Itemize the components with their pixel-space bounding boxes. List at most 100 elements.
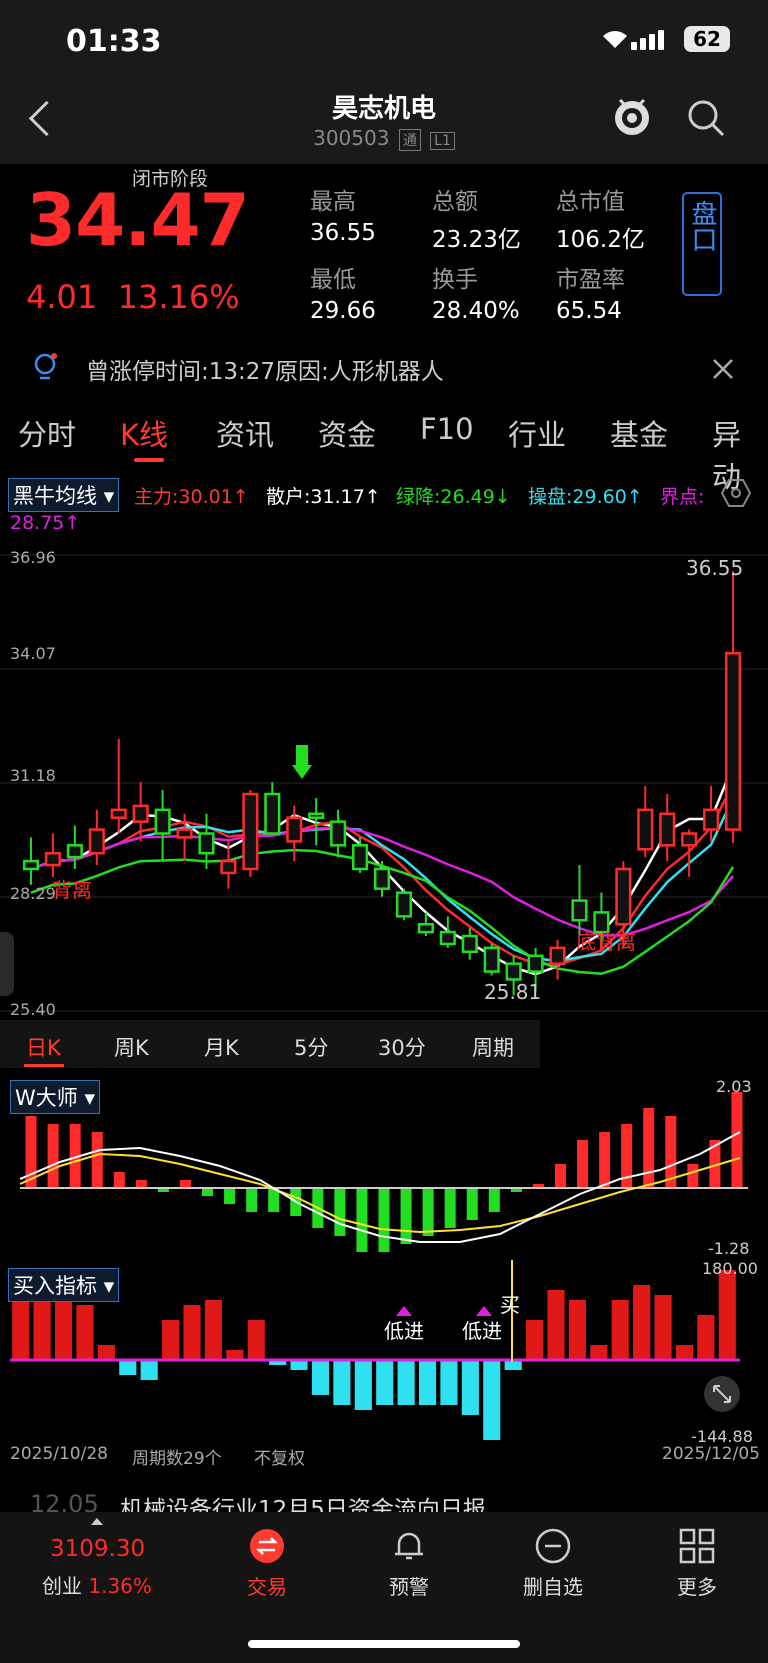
- buy-indicator-bar: [140, 1360, 158, 1380]
- candle: [505, 962, 522, 981]
- settings-icon[interactable]: [720, 478, 752, 508]
- stat-value-amount: 23.23亿: [432, 227, 521, 253]
- buy-label-1: 低进: [384, 1319, 424, 1343]
- pankou-button[interactable]: 盘口: [682, 192, 722, 296]
- candle: [44, 851, 61, 867]
- candle: [395, 891, 412, 918]
- candle: [352, 844, 369, 871]
- sub2-indicator-dropdown[interactable]: 买入指标 ▾: [8, 1268, 120, 1302]
- nav-alert-label: 预警: [389, 1575, 429, 1599]
- buy-indicator-bar: [526, 1320, 544, 1360]
- expand-icon[interactable]: [704, 1376, 740, 1412]
- tab-fenshi[interactable]: 分时: [18, 412, 76, 454]
- stock-header: 昊志机电 300503 通 L1: [0, 80, 768, 164]
- tab-zixun[interactable]: 资讯: [216, 412, 274, 454]
- histogram-bar: [246, 1188, 258, 1212]
- histogram-bar: [687, 1164, 699, 1188]
- indicator-dropdown[interactable]: 黑牛均线 ▾: [8, 478, 120, 512]
- period-tab-week[interactable]: 周K: [114, 1032, 149, 1062]
- search-icon[interactable]: [686, 98, 726, 138]
- candle: [615, 867, 632, 926]
- mascot-icon[interactable]: [612, 94, 652, 138]
- tab-jijin[interactable]: 基金: [610, 412, 668, 454]
- w-master-chart[interactable]: 2.03 -1.28: [0, 1074, 768, 1258]
- candle: [132, 804, 149, 823]
- buy-indicator-bar: [119, 1360, 137, 1375]
- candle: [22, 859, 40, 871]
- period-tab-day[interactable]: 日K: [26, 1032, 61, 1062]
- stock-code-text: 300503: [313, 126, 390, 150]
- buy-indicator-bar: [461, 1360, 479, 1415]
- nav-remove-watchlist[interactable]: 删自选: [488, 1512, 618, 1600]
- buy-indicator-bar: [12, 1300, 30, 1360]
- sub1-bottom-label: -1.28: [708, 1239, 749, 1258]
- candle: [198, 832, 215, 855]
- legend-zhuli: 主力:30.01↑: [134, 486, 249, 508]
- stat-label-high: 最高: [310, 189, 356, 215]
- sub1-top-label: 2.03: [716, 1077, 752, 1096]
- histogram-bar: [444, 1188, 456, 1228]
- period-tab-30min[interactable]: 30分: [378, 1032, 426, 1062]
- nav-remove-label: 删自选: [523, 1575, 583, 1599]
- histogram-bar: [224, 1188, 236, 1204]
- nav-more[interactable]: 更多: [632, 1512, 762, 1600]
- buy-indicator-bar: [654, 1295, 672, 1360]
- nav-alert[interactable]: 预警: [344, 1512, 474, 1600]
- buy-indicator-bar: [311, 1360, 330, 1395]
- grid-icon: [679, 1528, 715, 1564]
- sub2-indicator-name: 买入指标: [13, 1274, 97, 1298]
- tab-zijin[interactable]: 资金: [318, 412, 376, 454]
- buy-indicator-bar: [483, 1360, 501, 1440]
- sub1-indicator-dropdown[interactable]: W大师 ▾: [10, 1080, 100, 1114]
- period-tab-cycle[interactable]: 周期: [472, 1032, 514, 1062]
- index-info[interactable]: 创业 1.36%: [42, 1570, 152, 1599]
- index-value[interactable]: 3109.30: [50, 1536, 145, 1562]
- candle: [483, 946, 500, 973]
- trade-icon: [250, 1529, 284, 1563]
- ytick-label: 34.07: [10, 644, 56, 663]
- candle: [308, 812, 325, 819]
- adjust-mode[interactable]: 不复权: [254, 1444, 305, 1469]
- buy-indicator-bar: [440, 1360, 458, 1405]
- current-price: 34.47: [26, 178, 250, 262]
- high-price-label: 36.55: [686, 556, 743, 580]
- stat-value-mktcap: 106.2亿: [556, 227, 645, 253]
- side-handle[interactable]: [0, 932, 14, 996]
- tab-kline[interactable]: K线: [120, 412, 168, 454]
- histogram-bar: [135, 1180, 147, 1188]
- kline-chart[interactable]: 36.96 34.07 31.18 28.29 25.40 36.55 25.8…: [0, 545, 768, 1020]
- legend-jiedian: 界点:: [660, 486, 705, 508]
- buy-indicator-bar: [376, 1360, 394, 1405]
- start-date: 2025/10/28: [10, 1444, 108, 1464]
- legend-lvjiang: 绿降:26.49↓: [396, 486, 511, 508]
- chevron-up-icon[interactable]: [90, 1516, 104, 1526]
- legend-caopan: 操盘:29.60↑: [528, 486, 643, 508]
- histogram-bar: [179, 1180, 191, 1188]
- histogram-bar: [466, 1188, 478, 1220]
- stock-code: 300503 通 L1: [0, 126, 768, 151]
- buy-indicator-bar: [675, 1345, 694, 1360]
- candle: [703, 808, 720, 831]
- histogram-bar: [554, 1164, 566, 1188]
- period-tab-5min[interactable]: 5分: [294, 1032, 328, 1062]
- histogram-bar: [47, 1124, 59, 1188]
- stat-label-pe: 市盈率: [556, 267, 625, 293]
- histogram-bar: [356, 1188, 368, 1252]
- histogram-bar: [334, 1188, 346, 1236]
- histogram-bar: [488, 1188, 500, 1212]
- buy-indicator-bar: [33, 1300, 51, 1360]
- candle: [264, 792, 281, 835]
- tab-f10[interactable]: F10: [420, 412, 474, 446]
- period-tab-month[interactable]: 月K: [204, 1032, 239, 1062]
- stat-value-high: 36.55: [310, 220, 376, 246]
- close-icon[interactable]: [712, 358, 734, 380]
- buy-indicator-bar: [568, 1300, 586, 1360]
- histogram-bar: [113, 1172, 125, 1188]
- nav-trade[interactable]: 交易: [202, 1512, 332, 1600]
- indicator-legend: 黑牛均线 ▾ 主力:30.01↑ 散户:31.17↑ 绿降:26.49↓ 操盘:…: [0, 474, 768, 544]
- candle: [461, 934, 478, 954]
- tab-hangye[interactable]: 行业: [508, 412, 566, 454]
- status-bar: 01:33 62: [0, 0, 768, 80]
- candle: [286, 816, 303, 843]
- notice-bar[interactable]: 曾涨停时间:13:27原因:人形机器人: [0, 338, 768, 398]
